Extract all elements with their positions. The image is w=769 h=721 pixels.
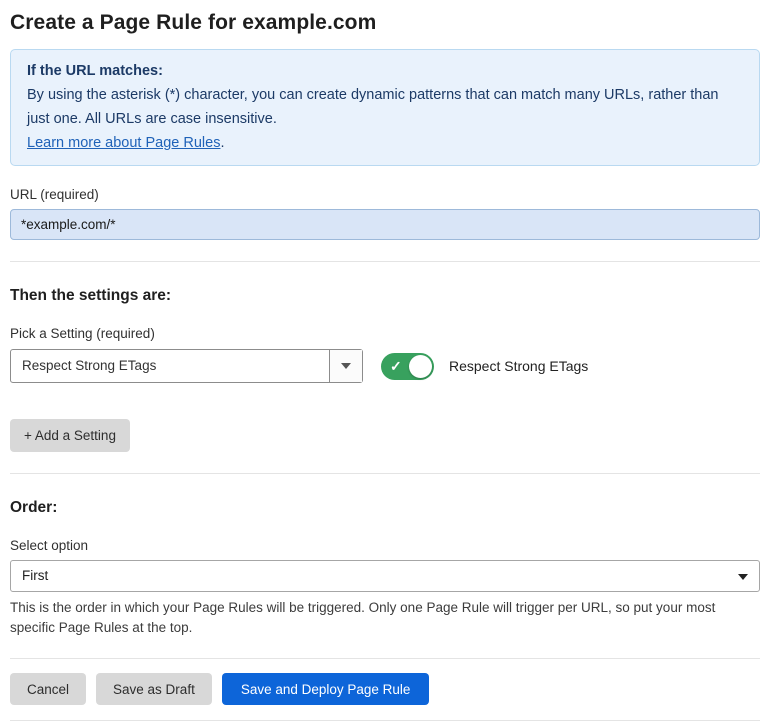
learn-more-link[interactable]: Learn more about Page Rules [27,135,220,151]
chevron-down-icon [341,363,351,369]
settings-section-heading: Then the settings are: [10,287,760,305]
order-select[interactable]: First [10,560,760,592]
setting-row: Respect Strong ETags ✓ Respect Strong ET… [10,349,760,383]
info-box-link-line: Learn more about Page Rules. [27,131,743,155]
divider [10,261,760,262]
url-match-info-box: If the URL matches: By using the asteris… [10,49,760,166]
page-title: Create a Page Rule for example.com [10,11,760,35]
setting-select-arrow-button[interactable] [329,350,362,382]
link-suffix: . [220,135,224,151]
info-box-body: By using the asterisk (*) character, you… [27,83,743,131]
save-draft-button[interactable]: Save as Draft [96,673,212,705]
save-deploy-button[interactable]: Save and Deploy Page Rule [222,673,430,705]
toggle-label: Respect Strong ETags [449,358,588,374]
url-field-label: URL (required) [10,187,760,202]
pick-setting-label: Pick a Setting (required) [10,326,760,341]
add-setting-button[interactable]: + Add a Setting [10,419,130,452]
page-rule-form: Create a Page Rule for example.com If th… [0,0,769,721]
cancel-button[interactable]: Cancel [10,673,86,705]
order-section-heading: Order: [10,499,760,517]
setting-select[interactable]: Respect Strong ETags [10,349,363,383]
divider [10,658,760,659]
checkmark-icon: ✓ [390,359,402,373]
setting-select-value: Respect Strong ETags [11,350,329,382]
setting-toggle[interactable]: ✓ [381,353,434,380]
footer-actions: Cancel Save as Draft Save and Deploy Pag… [10,673,760,705]
info-box-heading: If the URL matches: [27,59,743,83]
order-select-value: First [22,568,48,583]
url-input[interactable] [10,209,760,240]
divider [10,473,760,474]
order-help-text: This is the order in which your Page Rul… [10,598,755,637]
order-select-label: Select option [10,538,760,553]
toggle-knob [409,355,432,378]
chevron-down-icon [738,574,748,580]
